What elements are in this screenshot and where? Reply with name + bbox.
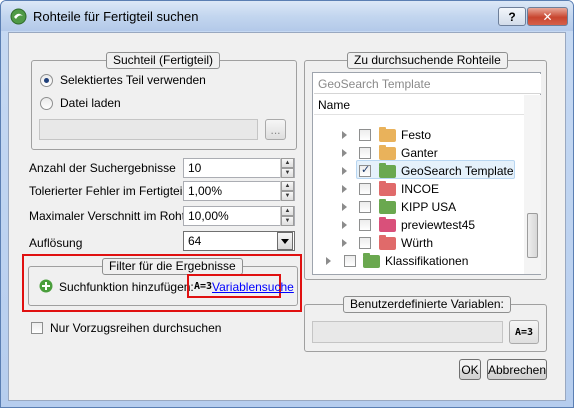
radio-selected-part[interactable] bbox=[40, 74, 53, 87]
folder-icon bbox=[379, 145, 396, 160]
folder-icon bbox=[379, 181, 396, 196]
tree-item-checkbox[interactable] bbox=[359, 183, 371, 195]
tolerance-input[interactable]: 1,00% bbox=[183, 181, 295, 201]
tolerance-spinner[interactable]: ▲ ▼ bbox=[280, 181, 294, 201]
tree-item-label: GeoSearch Template bbox=[401, 164, 514, 178]
resolution-value: 64 bbox=[188, 234, 202, 248]
expand-arrow-icon[interactable] bbox=[342, 203, 347, 211]
name-column-header[interactable]: Name bbox=[314, 95, 524, 115]
tree-item-previewtest45[interactable]: previewtest45 bbox=[313, 216, 523, 235]
tree-item-label: INCOE bbox=[401, 182, 440, 196]
catalog-path-field[interactable]: GeoSearch Template bbox=[314, 74, 541, 94]
expand-arrow-icon[interactable] bbox=[342, 167, 347, 175]
variables-button[interactable]: A=3 bbox=[509, 320, 539, 344]
variables-input[interactable] bbox=[312, 321, 503, 343]
tree-item-checkbox[interactable] bbox=[359, 219, 371, 231]
folder-icon bbox=[379, 127, 396, 142]
tree-item-festo[interactable]: Festo bbox=[313, 126, 523, 145]
preferred-series-checkbox[interactable] bbox=[31, 322, 43, 334]
scrollbar-thumb[interactable] bbox=[527, 213, 538, 258]
folder-icon bbox=[379, 163, 396, 178]
tree-item-ganter[interactable]: Ganter bbox=[313, 144, 523, 163]
tree-item-label: Würth bbox=[401, 236, 434, 250]
waste-spinner[interactable]: ▲ ▼ bbox=[280, 206, 294, 226]
folder-icon bbox=[379, 235, 396, 250]
tree-item-label: previewtest45 bbox=[401, 218, 476, 232]
help-button[interactable]: ? bbox=[498, 7, 526, 26]
expand-arrow-icon[interactable] bbox=[342, 221, 347, 229]
tree-item-checkbox[interactable] bbox=[359, 129, 371, 141]
waste-label: Maximaler Verschnitt im Rohteil bbox=[29, 209, 198, 223]
expand-arrow-icon[interactable] bbox=[342, 131, 347, 139]
resolution-select[interactable]: 64 bbox=[183, 231, 295, 251]
radio-selected-part-label[interactable]: Selektiertes Teil verwenden bbox=[60, 73, 206, 87]
tree-scrollbar[interactable] bbox=[524, 95, 541, 274]
tree-item-kipp-usa[interactable]: KIPP USA bbox=[313, 198, 523, 217]
variable-search-icon[interactable]: A=3 bbox=[194, 281, 212, 292]
folder-icon bbox=[379, 217, 396, 232]
add-search-function-label: Suchfunktion hinzufügen: bbox=[59, 280, 194, 294]
resolution-label: Auflösung bbox=[29, 236, 83, 250]
app-icon bbox=[10, 8, 27, 25]
tree-item-checkbox[interactable] bbox=[359, 237, 371, 249]
tree-item-checkbox[interactable] bbox=[344, 255, 356, 267]
tree-item-incoe[interactable]: INCOE bbox=[313, 180, 523, 199]
expand-arrow-icon[interactable] bbox=[342, 149, 347, 157]
tree-item-label: Ganter bbox=[401, 146, 438, 160]
chevron-down-icon[interactable] bbox=[277, 232, 293, 250]
expand-arrow-icon[interactable] bbox=[326, 257, 331, 265]
rohteile-tree[interactable]: GeoSearch Template Name Festo Ganter Geo… bbox=[312, 72, 541, 275]
tree-item-checkbox[interactable] bbox=[359, 201, 371, 213]
rohteile-group-title: Zu durchsuchende Rohteile bbox=[347, 52, 508, 69]
radio-load-file-label[interactable]: Datei laden bbox=[60, 96, 121, 110]
file-path-input[interactable] bbox=[39, 119, 258, 140]
variables-group-title: Benutzerdefinierte Variablen: bbox=[343, 296, 511, 313]
dialog-window: Rohteile für Fertigteil suchen ? ✕ Sucht… bbox=[0, 0, 574, 408]
cancel-button[interactable]: Abbrechen bbox=[487, 359, 547, 380]
browse-button[interactable]: ... bbox=[265, 119, 286, 140]
suchteil-group-title: Suchteil (Fertigteil) bbox=[106, 52, 221, 69]
variable-search-link[interactable]: Variablensuche bbox=[212, 280, 294, 294]
result-count-label: Anzahl der Suchergebnisse bbox=[29, 161, 176, 175]
expand-arrow-icon[interactable] bbox=[342, 239, 347, 247]
tree-item-checkbox[interactable] bbox=[359, 147, 371, 159]
tree-item-label: Festo bbox=[401, 128, 432, 142]
tree-item-label: Klassifikationen bbox=[385, 254, 469, 268]
add-icon[interactable] bbox=[39, 279, 53, 293]
expand-arrow-icon[interactable] bbox=[342, 185, 347, 193]
radio-load-file[interactable] bbox=[40, 97, 53, 110]
close-button[interactable]: ✕ bbox=[527, 7, 568, 26]
result-count-input[interactable]: 10 bbox=[183, 158, 295, 178]
tree-item-label: KIPP USA bbox=[401, 200, 457, 214]
tree-item-wuerth[interactable]: Würth bbox=[313, 234, 523, 253]
ok-button[interactable]: OK bbox=[459, 359, 481, 380]
tree-item-checkbox[interactable] bbox=[359, 163, 371, 177]
preferred-series-label[interactable]: Nur Vorzugsreihen durchsuchen bbox=[50, 321, 221, 335]
waste-input[interactable]: 10,00% bbox=[183, 206, 295, 226]
window-title: Rohteile für Fertigteil suchen bbox=[33, 9, 199, 24]
tree-item-klassifikationen[interactable]: Klassifikationen bbox=[313, 252, 523, 271]
title-bar: Rohteile für Fertigteil suchen ? ✕ bbox=[1, 1, 573, 31]
folder-icon bbox=[363, 253, 380, 268]
tree-item-geosearch-template[interactable]: GeoSearch Template bbox=[313, 162, 523, 181]
result-count-spinner[interactable]: ▲ ▼ bbox=[280, 158, 294, 178]
dialog-client-area: Suchteil (Fertigteil) Selektiertes Teil … bbox=[8, 32, 566, 401]
folder-icon bbox=[379, 199, 396, 214]
tolerance-label: Tolerierter Fehler im Fertigteil bbox=[29, 184, 186, 198]
